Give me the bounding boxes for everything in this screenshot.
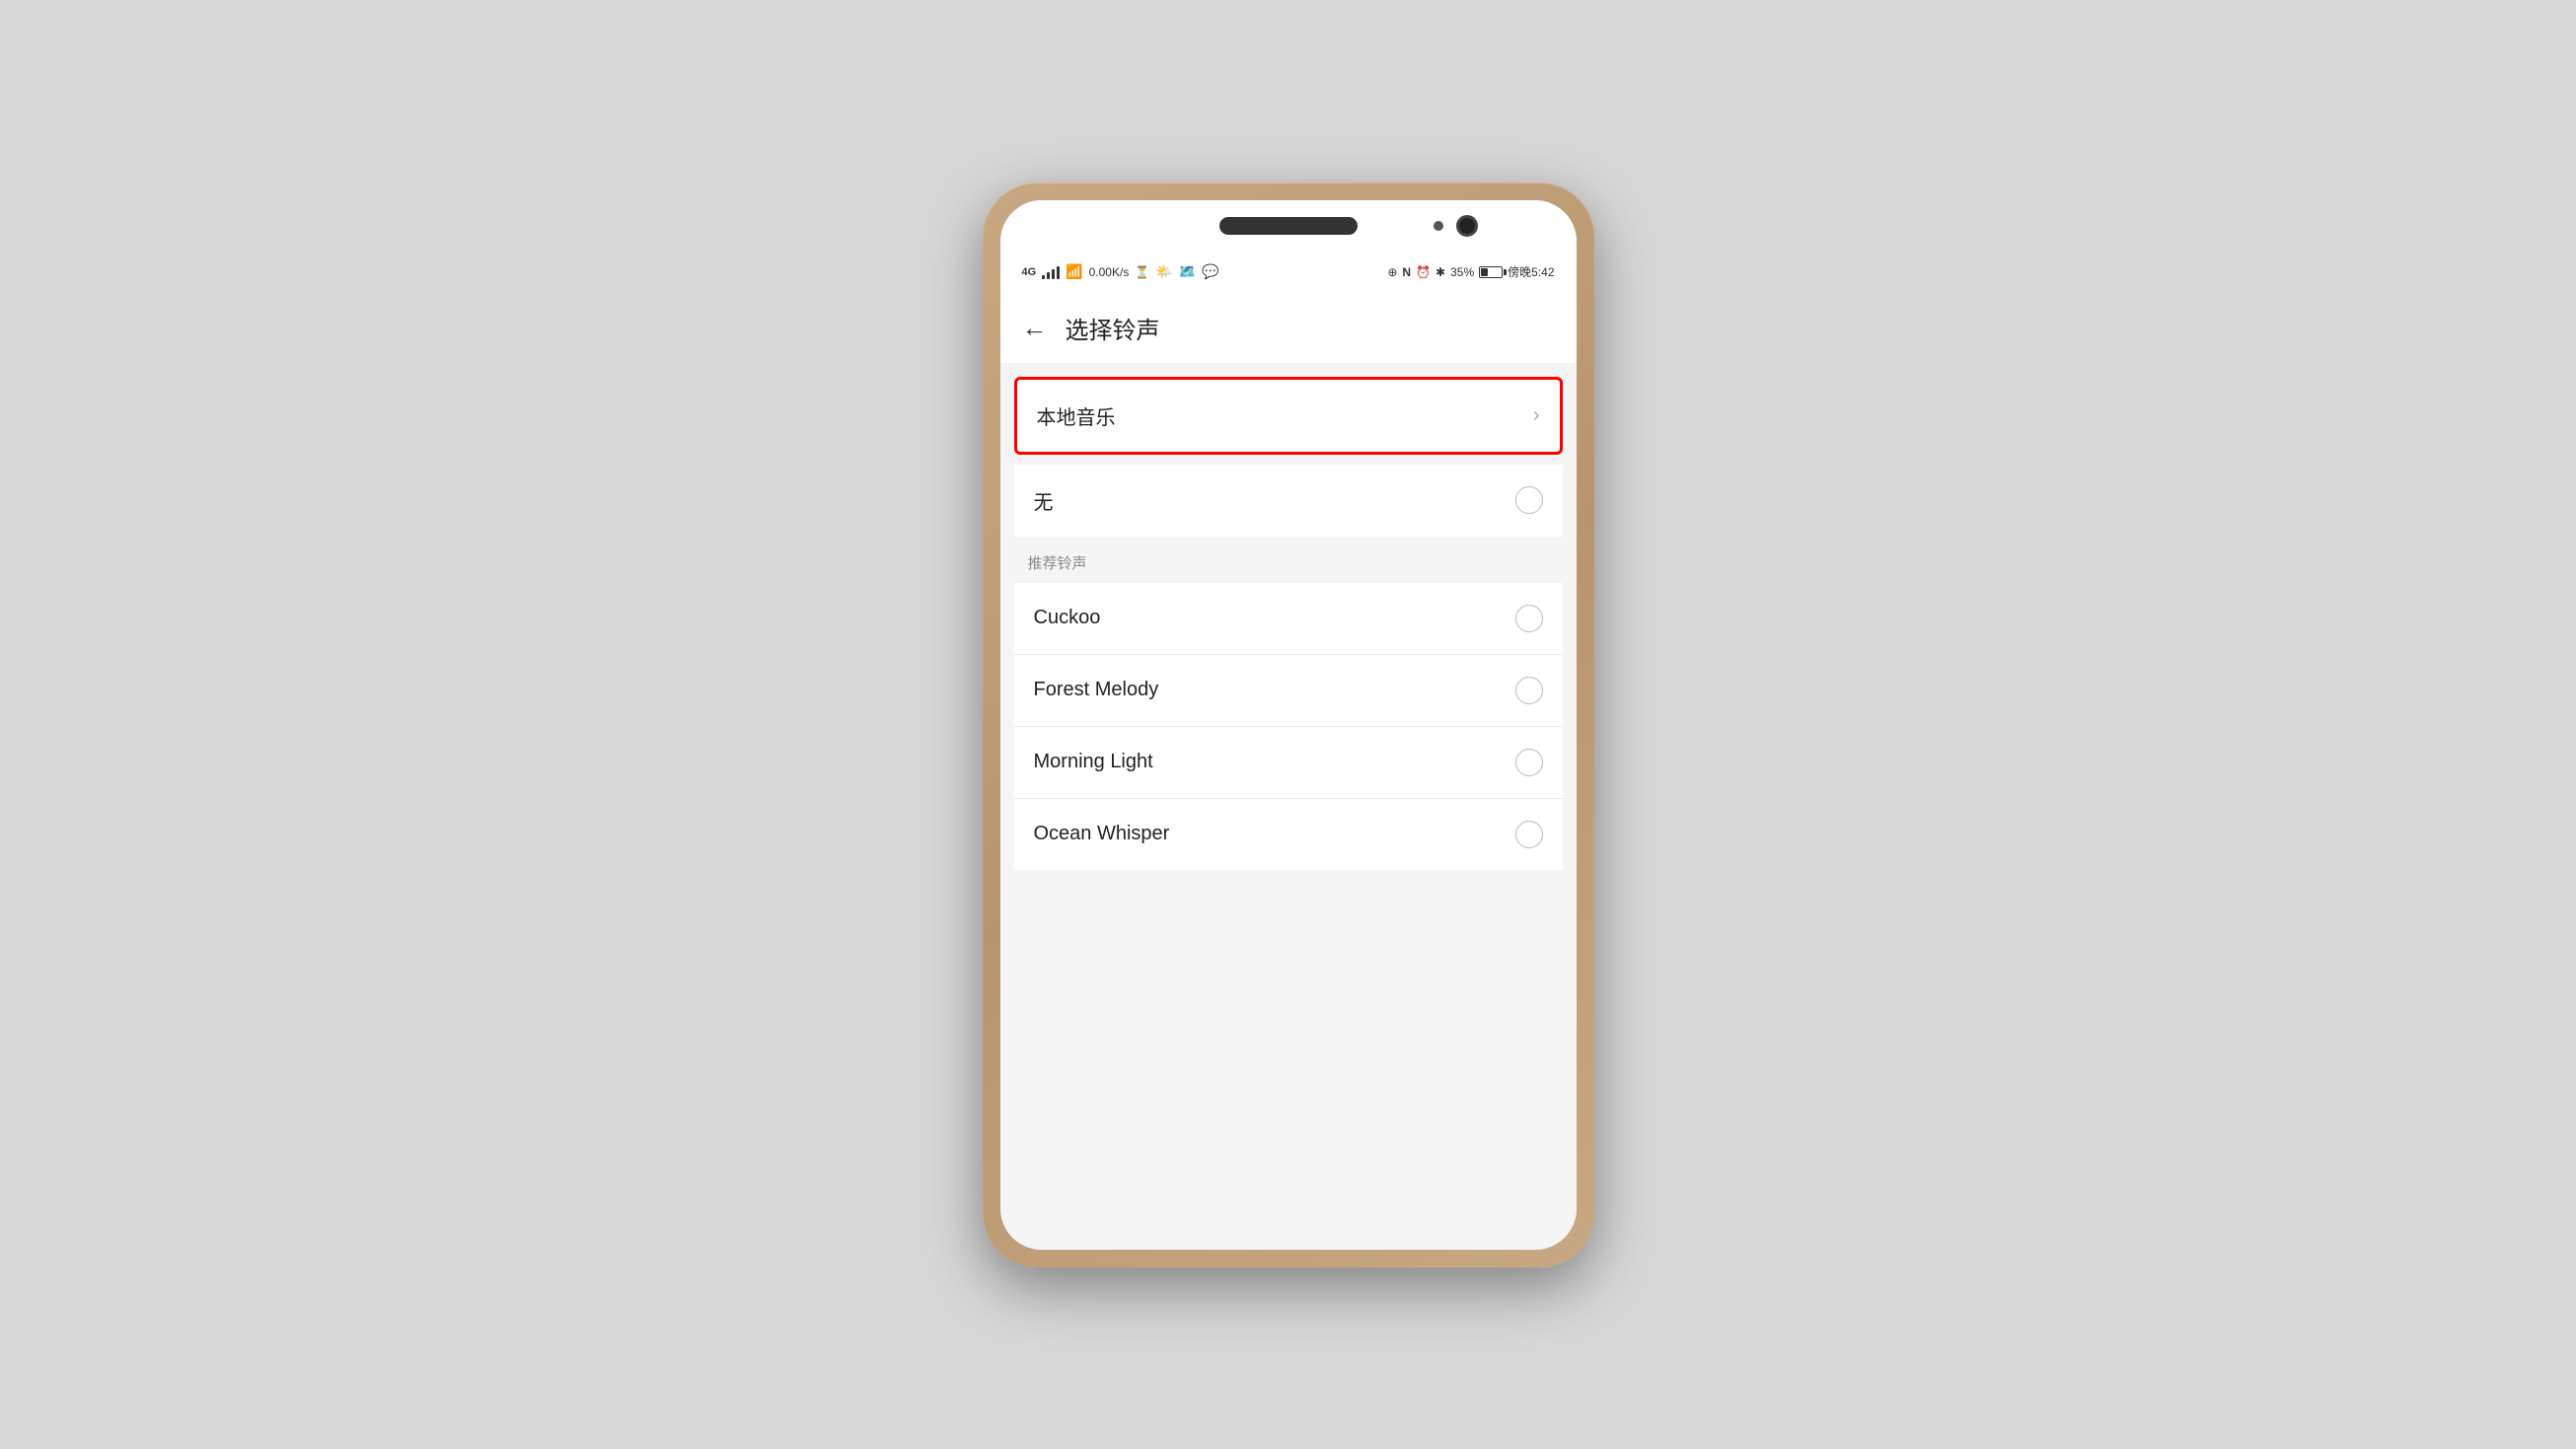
ringtone-list: Cuckoo Forest Melody Morning Light Ocean… xyxy=(1014,583,1563,870)
n-icon: N xyxy=(1402,265,1411,279)
forest-melody-radio-button[interactable] xyxy=(1515,677,1543,704)
status-right: ⊕ N ⏰ ✱ 35% 傍晚5:42 xyxy=(1387,263,1554,280)
ocean-whisper-radio-button[interactable] xyxy=(1515,821,1543,848)
signal-bar-4 xyxy=(1057,266,1060,279)
sensor-dot xyxy=(1434,221,1443,231)
local-music-row[interactable]: 本地音乐 › xyxy=(1014,377,1563,455)
ringtone-name: Forest Melody xyxy=(1034,679,1159,701)
bluetooth-icon: ✱ xyxy=(1435,265,1445,279)
chevron-right-icon: › xyxy=(1533,404,1540,427)
cuckoo-radio-button[interactable] xyxy=(1515,605,1543,632)
weather-icon: 🌤️ xyxy=(1155,263,1172,280)
page-title: 选择铃声 xyxy=(1066,311,1160,345)
ringtone-item-forest-melody[interactable]: Forest Melody xyxy=(1014,655,1563,727)
network-speed: 0.00K/s xyxy=(1089,265,1130,279)
camera-dot xyxy=(1456,215,1478,237)
battery-container xyxy=(1479,266,1503,278)
phone-top-bar xyxy=(1000,200,1577,252)
map-icon: 🗺️ xyxy=(1179,263,1196,280)
message-icon: 💬 xyxy=(1202,263,1218,280)
ringtone-name: Cuckoo xyxy=(1034,607,1101,629)
status-bar: 4G 📶 0.00K/s ⏳ 🌤️ 🗺️ 💬 ⊕ N ⏰ ✱ 3 xyxy=(1000,252,1577,293)
none-radio-button[interactable] xyxy=(1515,486,1543,514)
wifi-icon: 📶 xyxy=(1066,263,1082,280)
ringtone-name: Morning Light xyxy=(1034,751,1153,773)
phone-device: 4G 📶 0.00K/s ⏳ 🌤️ 🗺️ 💬 ⊕ N ⏰ ✱ 3 xyxy=(983,182,1594,1268)
ringtone-item-morning-light[interactable]: Morning Light xyxy=(1014,727,1563,799)
battery-icon xyxy=(1479,266,1503,278)
section-label: 推荐铃声 xyxy=(1028,555,1087,572)
battery-fill xyxy=(1481,268,1488,276)
network-type: 4G xyxy=(1022,266,1037,278)
alarm-icon: ⏰ xyxy=(1416,265,1431,279)
app-header: ← 选择铃声 xyxy=(1000,293,1577,363)
none-option-row[interactable]: 无 xyxy=(1014,465,1563,537)
ringtone-name: Ocean Whisper xyxy=(1034,823,1170,845)
signal-bar-1 xyxy=(1042,275,1045,279)
morning-light-radio-button[interactable] xyxy=(1515,749,1543,776)
battery-percent: 35% xyxy=(1450,265,1474,279)
speaker-grille xyxy=(1219,217,1358,235)
ringtone-item-ocean-whisper[interactable]: Ocean Whisper xyxy=(1014,799,1563,870)
back-button[interactable]: ← xyxy=(1022,315,1048,340)
local-music-label: 本地音乐 xyxy=(1037,401,1116,430)
signal-bar-3 xyxy=(1052,269,1055,279)
hourglass-icon: ⏳ xyxy=(1135,265,1149,279)
signal-bars xyxy=(1042,265,1060,279)
time: 傍晚5:42 xyxy=(1508,263,1554,280)
status-left: 4G 📶 0.00K/s ⏳ 🌤️ 🗺️ 💬 xyxy=(1022,263,1219,280)
phone-screen: 4G 📶 0.00K/s ⏳ 🌤️ 🗺️ 💬 ⊕ N ⏰ ✱ 3 xyxy=(1000,200,1577,1250)
signal-bar-2 xyxy=(1047,272,1050,279)
nfc-icon: ⊕ xyxy=(1387,265,1397,279)
none-label: 无 xyxy=(1034,486,1054,515)
ringtone-item-cuckoo[interactable]: Cuckoo xyxy=(1014,583,1563,655)
section-header: 推荐铃声 xyxy=(1000,537,1577,583)
app-content: ← 选择铃声 本地音乐 › 无 推荐铃声 Cuckoo xyxy=(1000,293,1577,1250)
